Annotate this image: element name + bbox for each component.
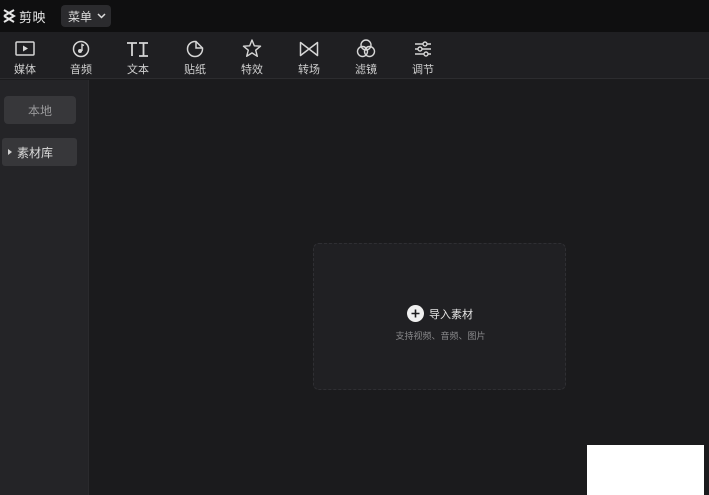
tab-sticker[interactable]: 贴纸	[173, 32, 217, 78]
tab-audio[interactable]: 音频	[59, 32, 103, 78]
sidebar: 本地 素材库	[0, 80, 89, 495]
app-logo: 剪映	[1, 7, 46, 26]
filter-icon	[356, 37, 376, 60]
import-hint: 支持视频、音频、图片	[395, 332, 486, 342]
tab-label: 音频	[70, 63, 92, 76]
app-name: 剪映	[19, 10, 47, 26]
menu-button[interactable]: 菜单	[61, 5, 112, 27]
title-bar: 剪映 菜单	[0, 0, 709, 32]
tab-filter[interactable]: 滤镜	[344, 32, 388, 78]
menu-label: 菜单	[68, 9, 93, 24]
plus-icon	[407, 305, 424, 322]
sidebar-item-label: 素材库	[17, 145, 54, 160]
tab-label: 特效	[241, 63, 263, 76]
import-label: 导入素材	[429, 307, 473, 321]
text-icon	[126, 37, 150, 60]
tab-label: 调节	[412, 63, 434, 76]
transition-icon	[299, 37, 319, 60]
tab-effects[interactable]: 特效	[230, 32, 274, 78]
capcut-logo-icon	[1, 7, 17, 25]
tab-label: 贴纸	[184, 63, 206, 76]
audio-icon	[72, 37, 90, 60]
import-button[interactable]: 导入素材	[407, 305, 473, 322]
app-window: 剪映 菜单 媒体 音频 文本 贴纸 特效 转场 滤镜 调节 本地 素材库 导入素…	[0, 0, 709, 495]
tab-adjust[interactable]: 调节	[401, 32, 445, 78]
adjust-icon	[413, 37, 433, 60]
tab-media[interactable]: 媒体	[3, 32, 47, 78]
caret-right-icon	[8, 149, 12, 155]
tab-transition[interactable]: 转场	[287, 32, 331, 78]
sticker-icon	[186, 37, 204, 60]
sidebar-item-library[interactable]: 素材库	[2, 138, 77, 166]
chevron-down-icon	[97, 13, 106, 19]
tab-label: 滤镜	[355, 63, 377, 76]
media-icon	[15, 37, 35, 60]
tab-label: 转场	[298, 63, 320, 76]
sidebar-item-local[interactable]: 本地	[4, 96, 76, 124]
blank-overlay	[587, 445, 704, 495]
tab-label: 媒体	[14, 63, 36, 76]
effects-icon	[242, 37, 262, 60]
sidebar-item-label: 本地	[27, 103, 52, 118]
main-toolbar: 媒体 音频 文本 贴纸 特效 转场 滤镜 调节	[0, 32, 709, 79]
tab-label: 文本	[127, 63, 149, 76]
import-dropzone[interactable]: 导入素材 支持视频、音频、图片	[313, 243, 566, 390]
tab-text[interactable]: 文本	[116, 32, 160, 78]
